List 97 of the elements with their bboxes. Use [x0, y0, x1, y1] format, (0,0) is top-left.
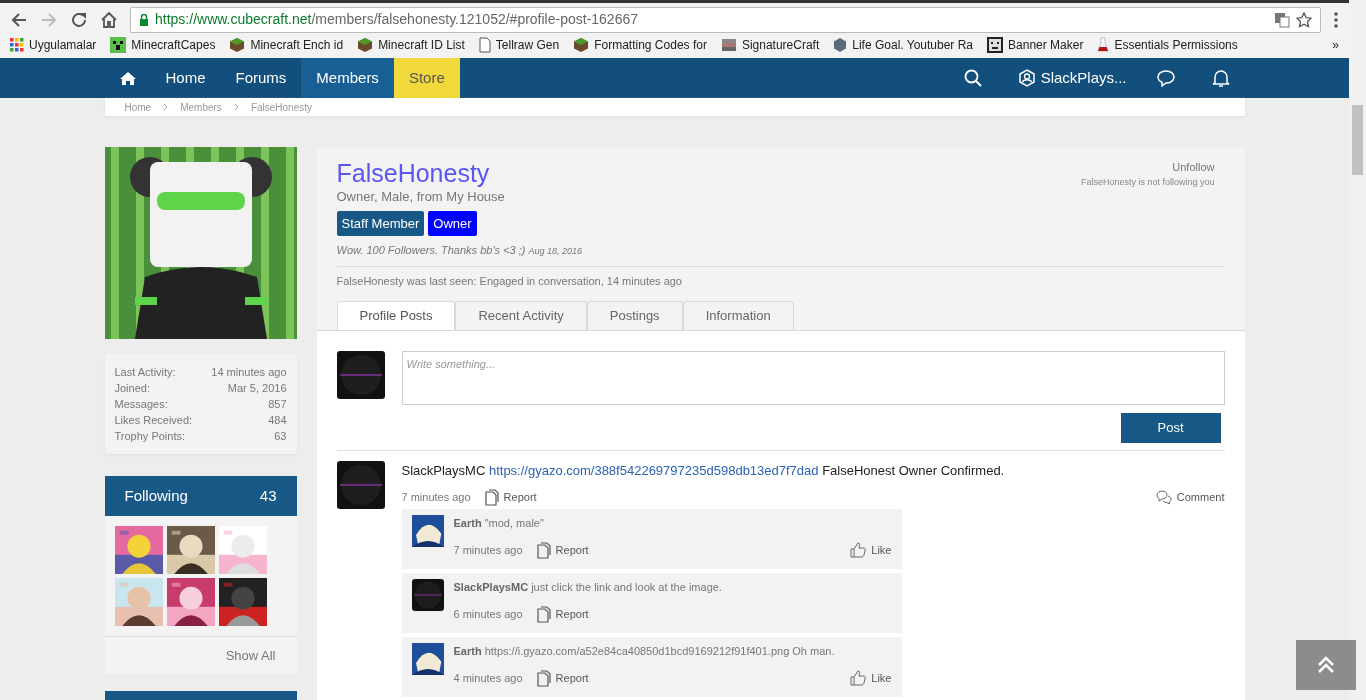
- comment-link[interactable]: Comment: [1155, 489, 1225, 506]
- comment-text: SlackPlaysMC just click the link and look at the image.: [453, 580, 723, 595]
- bookmark[interactable]: Tellraw Gen: [478, 36, 560, 54]
- post-link[interactable]: https://gyazo.com/388f542269797235d598db13ed7f7dad: [488, 462, 819, 478]
- stat-label: Messages:: [114, 397, 168, 412]
- stat-value: 63: [274, 429, 287, 444]
- search-icon: [963, 69, 982, 87]
- follower-avatar[interactable]: [166, 578, 215, 626]
- scrollbar[interactable]: [1349, 0, 1366, 700]
- following-title: Following: [124, 485, 188, 506]
- address-bar[interactable]: https://www.cubecraft.net/members/falsehonesty.121052/#profile-post-162667: [130, 6, 1321, 33]
- lock-icon: [139, 13, 149, 26]
- cube-icon: [573, 37, 590, 53]
- apps-icon: [10, 38, 24, 52]
- pixel-art-icon: [987, 37, 1004, 53]
- profile-name: FalseHonesty: [336, 159, 491, 187]
- cube-icon: [229, 37, 246, 53]
- thumbs-up-icon: [850, 542, 867, 558]
- following-count: 43: [259, 485, 277, 506]
- menu-icon[interactable]: [1333, 10, 1339, 29]
- home-icon: [119, 71, 136, 85]
- bookmark[interactable]: Banner Maker: [987, 36, 1084, 54]
- back-icon[interactable]: [10, 10, 28, 29]
- user-menu-link[interactable]: SlackPlays...: [1003, 58, 1142, 98]
- post-button[interactable]: Post: [1120, 412, 1221, 443]
- cube-icon: [833, 37, 848, 53]
- report-link[interactable]: Report: [482, 489, 537, 506]
- profile-tab[interactable]: Profile Posts: [336, 301, 456, 330]
- chevron-up-icon: [1317, 656, 1335, 674]
- timestamp: 4 minutes ago: [453, 670, 523, 686]
- show-all-link[interactable]: Show All: [104, 636, 297, 674]
- scroll-top-button[interactable]: [1296, 640, 1356, 690]
- bookmark[interactable]: Essentials Permissions: [1097, 36, 1238, 54]
- home-icon[interactable]: [100, 10, 118, 29]
- star-icon[interactable]: [1296, 11, 1312, 28]
- more-bookmarks-button[interactable]: »: [1332, 36, 1339, 54]
- report-link[interactable]: Report: [534, 669, 589, 687]
- creeper-icon: [110, 37, 127, 53]
- flask-icon: [1097, 37, 1110, 53]
- follow-status: FalseHonesty is not following you: [1080, 175, 1215, 189]
- post-text: SlackPlaysMC https://gyazo.com/388f542269797235d598db13ed7f7dad FalseHonest Owner Confirmed.: [401, 461, 1006, 480]
- bookmark[interactable]: SignatureCraft: [720, 36, 820, 54]
- unfollow-link[interactable]: Unfollow: [1080, 159, 1215, 176]
- stack-icon: [720, 37, 737, 53]
- nav-link[interactable]: Home: [150, 58, 221, 98]
- stat-value: 14 minutes ago: [211, 365, 287, 380]
- stat-label: Trophy Points:: [114, 429, 185, 444]
- bookmark[interactable]: Uygulamalar: [10, 36, 97, 54]
- bookmark[interactable]: Formatting Codes for: [573, 36, 707, 54]
- like-link[interactable]: Like: [850, 541, 892, 559]
- like-link[interactable]: Like: [850, 669, 892, 687]
- stat-value: 857: [268, 397, 287, 412]
- document-icon: [482, 489, 499, 506]
- comment-text: Earth "mod, male": [453, 516, 545, 531]
- follower-avatar[interactable]: [114, 578, 163, 626]
- chevron-right-icon: [233, 103, 239, 111]
- timestamp: 7 minutes ago: [453, 542, 523, 558]
- timestamp: 7 minutes ago: [401, 490, 471, 506]
- post-input[interactable]: Write something...: [401, 350, 1225, 405]
- stat-label: Joined:: [114, 381, 150, 396]
- cube-icon: [357, 37, 374, 53]
- status-message: Wow. 100 Followers. Thanks bb's <3 ;) Aug 18, 2016: [336, 243, 582, 258]
- follower-avatar[interactable]: [218, 578, 267, 626]
- stat-label: Last Activity:: [114, 365, 176, 380]
- nav-link[interactable]: Members: [301, 58, 394, 98]
- profile-tab[interactable]: Postings: [586, 301, 683, 330]
- chevron-right-icon: [163, 103, 169, 111]
- nav-link[interactable]: Store: [393, 58, 460, 98]
- document-icon: [534, 669, 551, 687]
- comment-text: Earth https://i.gyazo.com/a52e84ca40850d1bcd9169212f91f401.png Oh man.: [453, 644, 836, 659]
- bell-icon: [1211, 68, 1230, 88]
- user-badge: Owner: [428, 210, 477, 236]
- report-link[interactable]: Report: [534, 605, 589, 623]
- user-icon: [1018, 69, 1035, 87]
- speech-bubbles-icon: [1155, 490, 1172, 505]
- bookmark[interactable]: Minecraft ID List: [357, 36, 465, 54]
- stat-value: Mar 5, 2016: [227, 381, 287, 396]
- profile-tab[interactable]: Recent Activity: [455, 301, 587, 330]
- stat-value: 484: [268, 413, 287, 428]
- profile-tab[interactable]: Information: [682, 301, 794, 330]
- nav-link[interactable]: Forums: [220, 58, 302, 98]
- bookmark[interactable]: MinecraftCapes: [110, 36, 216, 54]
- stat-label: Likes Received:: [114, 413, 193, 428]
- document-icon: [534, 605, 551, 623]
- follower-avatar[interactable]: [166, 526, 215, 574]
- page-icon: [478, 37, 491, 53]
- user-badge: Staff Member: [336, 210, 425, 236]
- thumbs-up-icon: [850, 670, 867, 686]
- speech-bubble-icon: [1156, 69, 1175, 87]
- bookmark[interactable]: Life Goal. Youtuber Ra: [833, 36, 974, 54]
- report-link[interactable]: Report: [534, 541, 589, 559]
- document-icon: [534, 541, 551, 559]
- timestamp: 6 minutes ago: [453, 606, 523, 622]
- translate-icon[interactable]: [1274, 11, 1290, 28]
- reload-icon[interactable]: [70, 10, 88, 29]
- profile-subtitle: Owner, Male, from My House: [336, 188, 506, 206]
- bookmark[interactable]: Minecraft Ench id: [229, 36, 344, 54]
